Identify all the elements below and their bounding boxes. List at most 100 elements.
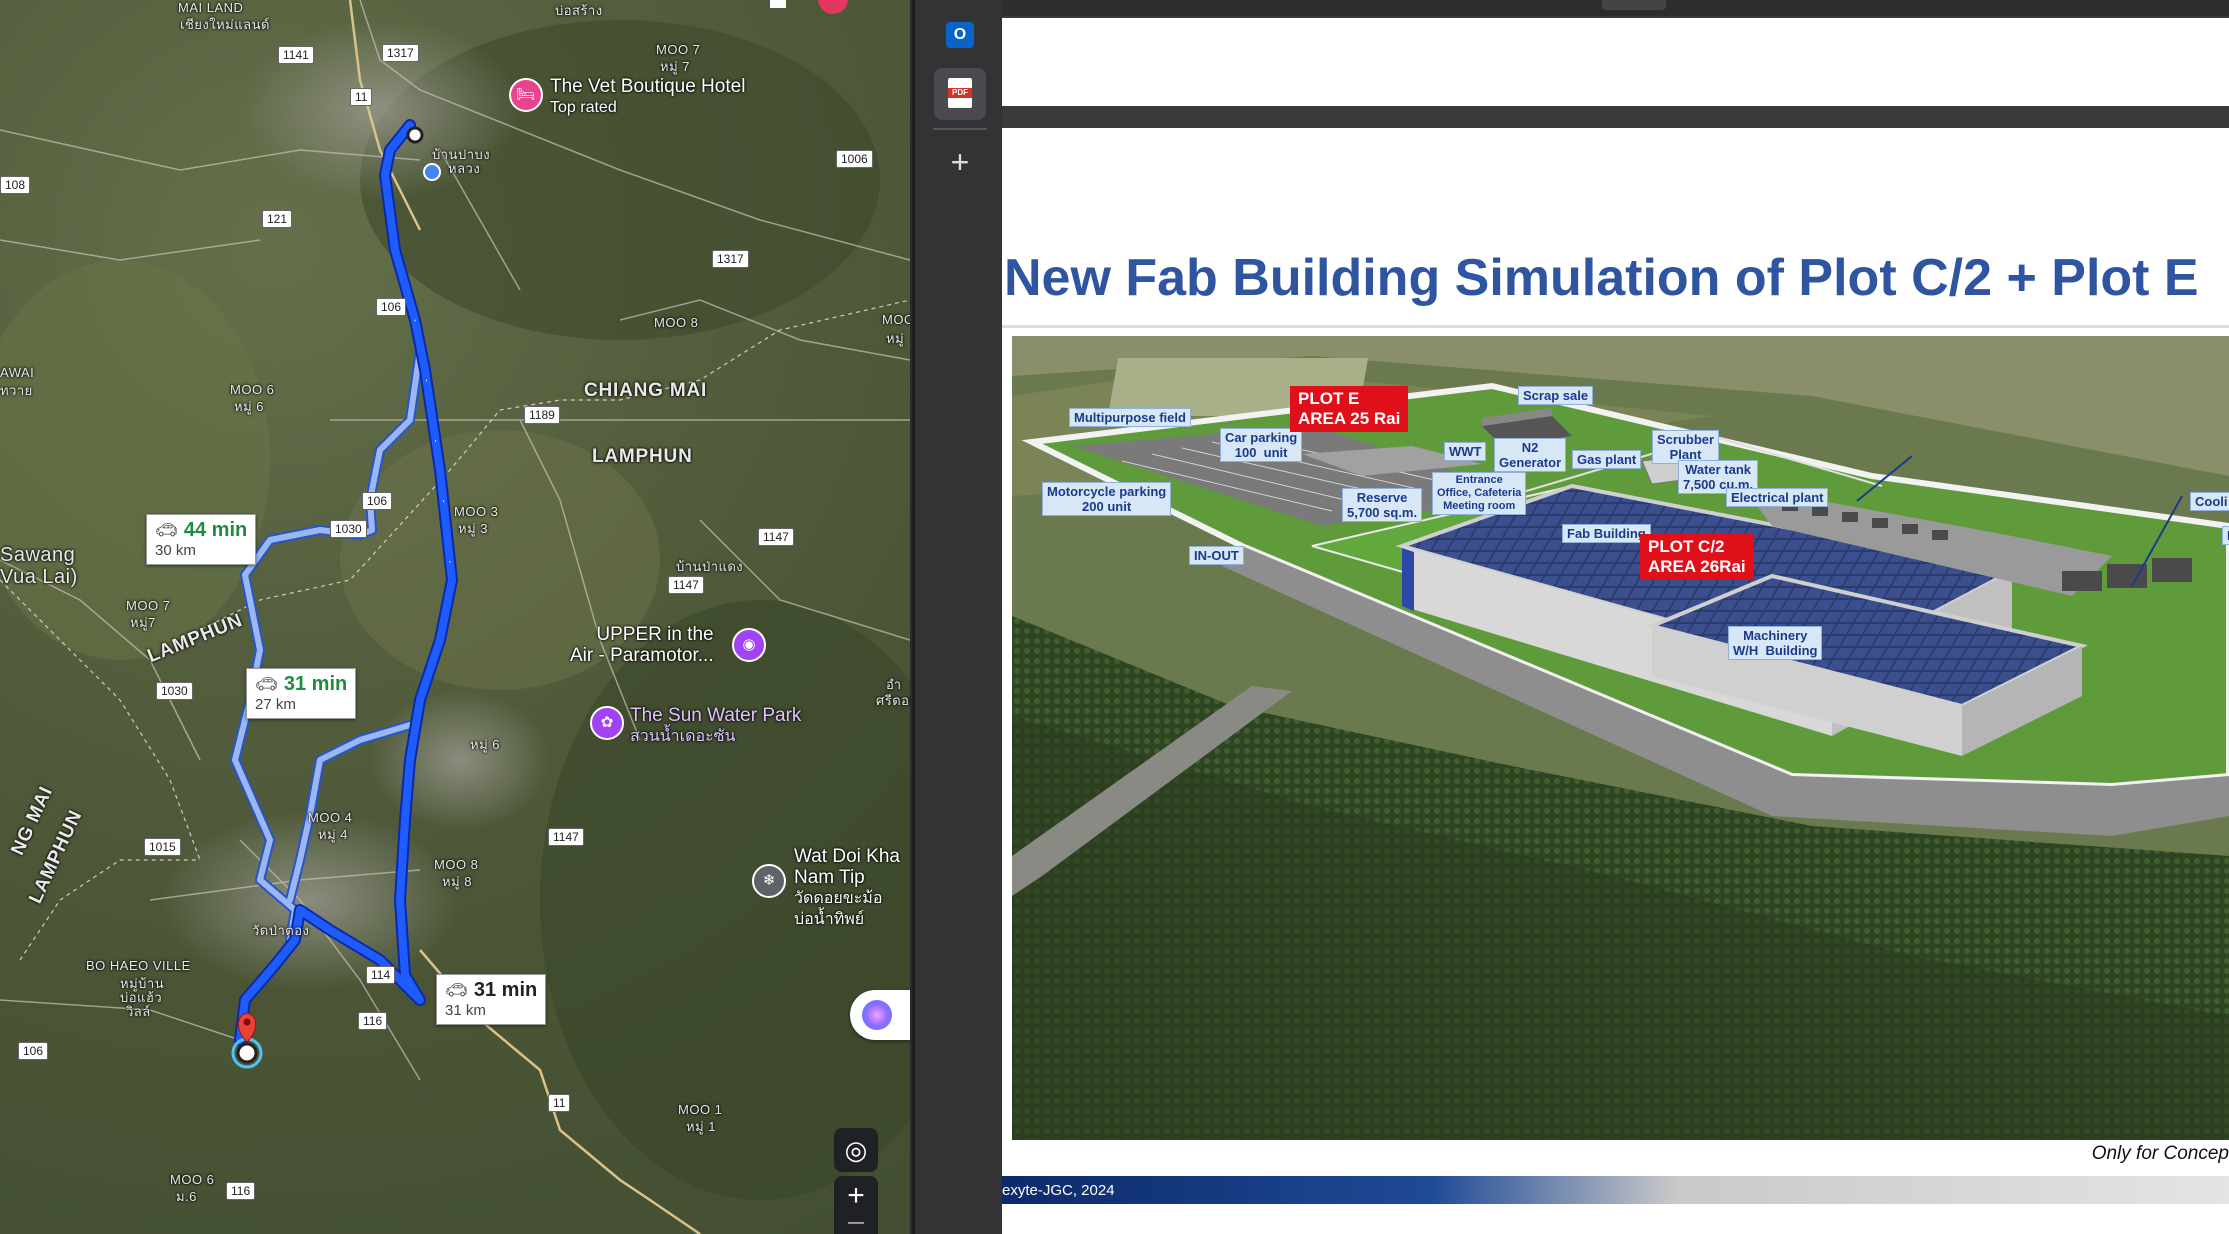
route-distance: 30 km	[155, 542, 196, 559]
car-icon: 🚗︎	[155, 520, 178, 540]
road-shield: 116	[358, 1012, 388, 1030]
label-n2-generator: N2 Generator	[1494, 438, 1567, 472]
outlook-icon: O	[946, 22, 974, 48]
rail-divider	[933, 128, 987, 130]
place-label: หมู่7	[130, 615, 156, 630]
place-label: MOO	[882, 312, 910, 327]
road-shield: 1006	[836, 150, 873, 168]
poi-name: Wat Doi Kha	[794, 846, 900, 867]
place-label: ทวาย	[0, 383, 33, 398]
road-shield: 108	[0, 176, 31, 194]
label-reserve: Reserve 5,700 sq.m.	[1342, 488, 1423, 522]
slide-footer-text: exyte-JGC, 2024	[1002, 1182, 1115, 1199]
label-multipurpose-field: Multipurpose field	[1069, 408, 1191, 427]
label-gas-plant: Gas plant	[1572, 450, 1642, 469]
poi-sun-water-park[interactable]: The Sun Water Park สวนน้ำเดอะซัน	[630, 705, 801, 747]
place-label: MOO 8	[434, 857, 479, 872]
map-toolbar-fragment	[770, 0, 786, 8]
place-label: MAI LAND	[178, 0, 244, 15]
park-icon[interactable]: ✿	[590, 706, 624, 740]
label-motorcycle-parking: Motorcycle parking 200 unit	[1042, 482, 1172, 516]
place-label: ม.6	[176, 1189, 197, 1204]
place-label: Vua Lai)	[0, 566, 78, 588]
road-shield: 1030	[330, 520, 367, 538]
pdf-viewer[interactable]: New Fab Building Simulation of Plot C/2 …	[1002, 0, 2229, 1234]
place-label: หมู่ 8	[442, 874, 472, 889]
place-label: หมู่ 3	[458, 521, 488, 536]
road-shield: 121	[262, 210, 293, 228]
road-shield: 1015	[144, 838, 181, 856]
route-distance: 31 km	[445, 1002, 486, 1019]
pdf-icon-label: PDF	[948, 88, 972, 98]
place-label: หมู่ 4	[318, 827, 348, 842]
road-shield: 106	[362, 492, 393, 510]
city-label: CHIANG MAI	[584, 380, 708, 401]
bed-icon[interactable]: 🛏	[509, 78, 543, 112]
gemini-button[interactable]	[850, 990, 910, 1040]
outlook-app-button[interactable]: O	[934, 10, 986, 62]
pdf-app-button[interactable]: PDF	[934, 68, 986, 120]
zoom-out-button[interactable]: —	[834, 1215, 878, 1231]
place-label: MOO 7	[656, 42, 701, 57]
locate-button[interactable]: ◎	[834, 1128, 878, 1172]
label-cooling: Cooli	[2190, 492, 2229, 511]
pdf-toolbar	[1002, 0, 2229, 16]
place-label: บ่อสร้าง	[555, 3, 603, 18]
label-electrical-plant: Electrical plant	[1726, 488, 1829, 507]
road-shield: 1147	[758, 528, 794, 546]
label-scrap-sale: Scrap sale	[1518, 386, 1594, 405]
road-shield: 11	[350, 88, 373, 106]
place-label: บ้านป่าแดง	[676, 559, 744, 574]
poi-vet-boutique-hotel[interactable]: The Vet Boutique Hotel Top rated	[550, 76, 745, 118]
label-machinery-building: Machinery W/H Building	[1728, 626, 1823, 660]
zoom-in-button[interactable]: +	[834, 1176, 878, 1216]
poi-sub: Top rated	[550, 99, 617, 116]
place-label: หลวง	[448, 161, 481, 176]
poi-sub: วัดดอยขะม้อ	[794, 890, 883, 907]
road-shield: 1030	[156, 682, 193, 700]
road-shield: 114	[366, 966, 396, 984]
site-rendering: Multipurpose field Car parking 100 unit …	[1012, 336, 2229, 1140]
temple-icon[interactable]: ❄	[752, 864, 786, 898]
poi-wat-doi-kham[interactable]: Wat Doi Kha Nam Tip วัดดอยขะม้อ บ่อน้ำทิ…	[794, 846, 900, 930]
place-label: MOO 1	[678, 1102, 723, 1117]
poi-name: The Sun Water Park	[630, 705, 802, 726]
place-label: หมู่ 7	[660, 59, 690, 74]
my-location-dot	[423, 163, 441, 181]
pdf-icon: PDF	[948, 78, 972, 108]
road-shield: 1147	[548, 828, 584, 846]
label-entrance-office: Entrance Office, Cafeteria Meeting room	[1432, 472, 1527, 515]
place-label: MOO 3	[454, 504, 499, 519]
poi-name-2: Nam Tip	[794, 867, 865, 888]
place-label: MOO 4	[308, 810, 353, 825]
poi-sub: สวนน้ำเดอะซัน	[630, 728, 736, 745]
place-label: หมู่	[886, 331, 905, 346]
poi-upper-in-the-air[interactable]: UPPER in the Air - Paramotor...	[570, 624, 714, 666]
place-label: หมู่ 1	[686, 1119, 716, 1134]
route-time: 44 min	[183, 519, 248, 541]
slide-footer-bar	[1002, 1176, 2229, 1204]
route-option-31min-selected[interactable]: 🚗︎ 31 min 31 km	[436, 974, 547, 1025]
road-shield: 1317	[382, 44, 419, 62]
place-label: MOO 6	[170, 1172, 215, 1187]
label-plot-c2: PLOT C/2 AREA 26Rai	[1640, 534, 1754, 580]
place-label: หมู่ 6	[470, 737, 500, 752]
toolbar-tab[interactable]	[1602, 0, 1666, 10]
route-time: 31 min	[283, 673, 348, 695]
camera-icon[interactable]: ◉	[732, 628, 766, 662]
label-fab-building: Fab Building	[1562, 524, 1651, 543]
map-pane[interactable]: MAI LAND เชียงใหม่แลนด์ บ่อสร้าง MOO 7 ห…	[0, 0, 910, 1234]
car-icon: 🚗︎	[445, 980, 468, 1000]
place-label: MOO 6	[230, 382, 275, 397]
route-option-44min[interactable]: 🚗︎ 44 min 30 km	[146, 514, 257, 565]
place-label: เชียงใหม่แลนด์	[180, 17, 270, 32]
road-shield: 1317	[712, 250, 749, 268]
road-shield: 1147	[668, 576, 704, 594]
zoom-control: + —	[834, 1176, 878, 1234]
route-option-31min-alt[interactable]: 🚗︎ 31 min 27 km	[246, 668, 357, 719]
place-label: วัดป่าตอง	[252, 923, 310, 938]
add-app-button[interactable]: +	[934, 136, 986, 188]
place-label: วิลล์	[126, 1004, 151, 1019]
place-label: AWAI	[0, 365, 35, 380]
place-label: ศรีดอน	[876, 693, 910, 708]
